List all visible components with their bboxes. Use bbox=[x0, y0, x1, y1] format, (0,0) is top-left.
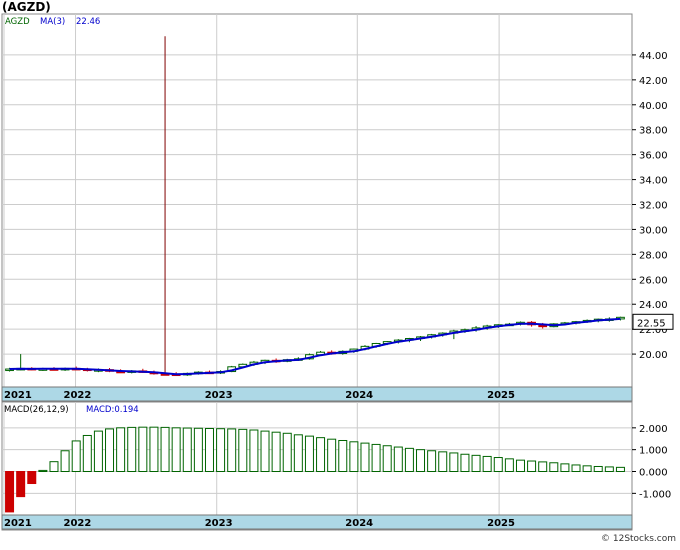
macd-bar bbox=[16, 471, 26, 498]
macd-bar bbox=[171, 427, 181, 473]
macd-bar bbox=[93, 430, 103, 473]
macd-bar bbox=[527, 460, 537, 473]
macd-bar bbox=[449, 452, 459, 473]
macd-bar bbox=[327, 438, 337, 473]
site-credit: © 12Stocks.com bbox=[601, 534, 676, 544]
price-ytick-label: 28.00 bbox=[639, 250, 668, 261]
macd-xtick-label: 2023 bbox=[205, 518, 233, 529]
macd-bar bbox=[5, 471, 15, 513]
macd-bar bbox=[49, 461, 59, 473]
macd-bar bbox=[138, 426, 148, 473]
macd-ytick-label: -1.000 bbox=[639, 489, 671, 500]
macd-bar bbox=[371, 443, 381, 473]
macd-bar bbox=[615, 466, 625, 473]
macd-bar bbox=[216, 428, 226, 473]
macd-bar bbox=[293, 434, 303, 473]
macd-bar bbox=[60, 450, 70, 473]
macd-bar bbox=[182, 427, 192, 473]
macd-bar bbox=[393, 446, 403, 473]
macd-xtick-label: 2021 bbox=[4, 518, 32, 529]
macd-bar bbox=[604, 466, 614, 473]
macd-date-axis-band bbox=[1, 514, 633, 530]
chart-title: (AGZD) bbox=[2, 0, 51, 14]
macd-bar bbox=[116, 427, 126, 473]
macd-bar bbox=[582, 465, 592, 473]
price-ytick-label: 26.00 bbox=[639, 275, 668, 286]
macd-bar bbox=[227, 428, 237, 473]
price-panel bbox=[1, 13, 633, 403]
macd-xtick-label: 2025 bbox=[487, 518, 515, 529]
macd-bar bbox=[571, 464, 581, 473]
legend-ma-value: 22.46 bbox=[76, 17, 100, 27]
price-ytick-label: 20.00 bbox=[639, 350, 668, 361]
legend-symbol: AGZD bbox=[5, 17, 30, 27]
price-ytick-label: 40.00 bbox=[639, 101, 668, 112]
macd-bar bbox=[460, 453, 470, 473]
macd-bar bbox=[316, 437, 326, 473]
macd-bar bbox=[238, 428, 248, 473]
macd-bar bbox=[149, 426, 159, 473]
macd-bar bbox=[38, 469, 48, 473]
macd-bar bbox=[404, 447, 414, 473]
price-xtick-label: 2022 bbox=[64, 390, 92, 401]
macd-xtick-label: 2022 bbox=[64, 518, 92, 529]
price-ytick-label: 38.00 bbox=[639, 126, 668, 137]
macd-value: MACD:0.194 bbox=[86, 405, 139, 415]
macd-bar bbox=[271, 431, 281, 473]
macd-xtick-label: 2024 bbox=[345, 518, 373, 529]
price-xtick-label: 2024 bbox=[345, 390, 373, 401]
macd-bar bbox=[593, 465, 603, 473]
macd-bar bbox=[282, 432, 292, 473]
macd-bar bbox=[515, 459, 525, 473]
stock-chart-svg: (AGZD) 2021 2022 2023 2024 2025 20.0022.0024… bbox=[0, 0, 680, 546]
macd-ytick-label: 1.000 bbox=[639, 446, 668, 457]
macd-bar bbox=[493, 457, 503, 473]
macd-bar bbox=[105, 428, 115, 473]
macd-bar bbox=[249, 429, 259, 473]
price-ytick-label: 36.00 bbox=[639, 151, 668, 162]
macd-bar bbox=[349, 441, 359, 473]
price-xtick-label: 2021 bbox=[4, 390, 32, 401]
macd-bar bbox=[193, 427, 203, 473]
stock-chart: (AGZD) 2021 2022 2023 2024 2025 20.00 22.00 24… bbox=[0, 0, 680, 546]
macd-bar bbox=[127, 426, 137, 473]
macd-label: MACD(26,12,9) bbox=[4, 405, 69, 415]
macd-bar bbox=[204, 427, 214, 473]
price-date-axis-band bbox=[1, 386, 633, 402]
macd-bar bbox=[427, 450, 437, 473]
macd-ytick-label: 0.000 bbox=[639, 468, 668, 479]
macd-bar bbox=[71, 440, 81, 473]
macd-bar bbox=[482, 455, 492, 473]
macd-bar bbox=[160, 426, 170, 473]
last-price-marker: 22.55 bbox=[632, 313, 674, 330]
macd-bar bbox=[438, 451, 448, 473]
last-price-label: 22.55 bbox=[637, 318, 666, 329]
price-ytick-label: 34.00 bbox=[639, 176, 668, 187]
price-xtick-label: 2023 bbox=[205, 390, 233, 401]
price-ytick-label: 44.00 bbox=[639, 51, 668, 62]
macd-bar bbox=[260, 430, 270, 473]
macd-bar bbox=[82, 434, 92, 473]
macd-bar bbox=[538, 461, 548, 473]
macd-bar bbox=[504, 458, 514, 473]
macd-ytick-label: 2.000 bbox=[639, 424, 668, 435]
macd-bar bbox=[304, 435, 314, 473]
macd-bar bbox=[338, 439, 348, 473]
macd-bar bbox=[360, 442, 370, 473]
macd-bar bbox=[560, 463, 570, 473]
price-xtick-label: 2025 bbox=[487, 390, 515, 401]
price-ytick-label: 32.00 bbox=[639, 201, 668, 212]
macd-bar bbox=[549, 462, 559, 473]
price-ytick-label: 24.00 bbox=[639, 300, 668, 311]
legend-ma-label: MA(3) bbox=[40, 17, 65, 27]
macd-bar bbox=[471, 454, 481, 473]
macd-bar bbox=[382, 445, 392, 473]
macd-bar bbox=[27, 471, 37, 485]
price-ytick-label: 30.00 bbox=[639, 225, 668, 236]
price-ytick-label: 42.00 bbox=[639, 76, 668, 87]
macd-bar bbox=[416, 449, 426, 473]
